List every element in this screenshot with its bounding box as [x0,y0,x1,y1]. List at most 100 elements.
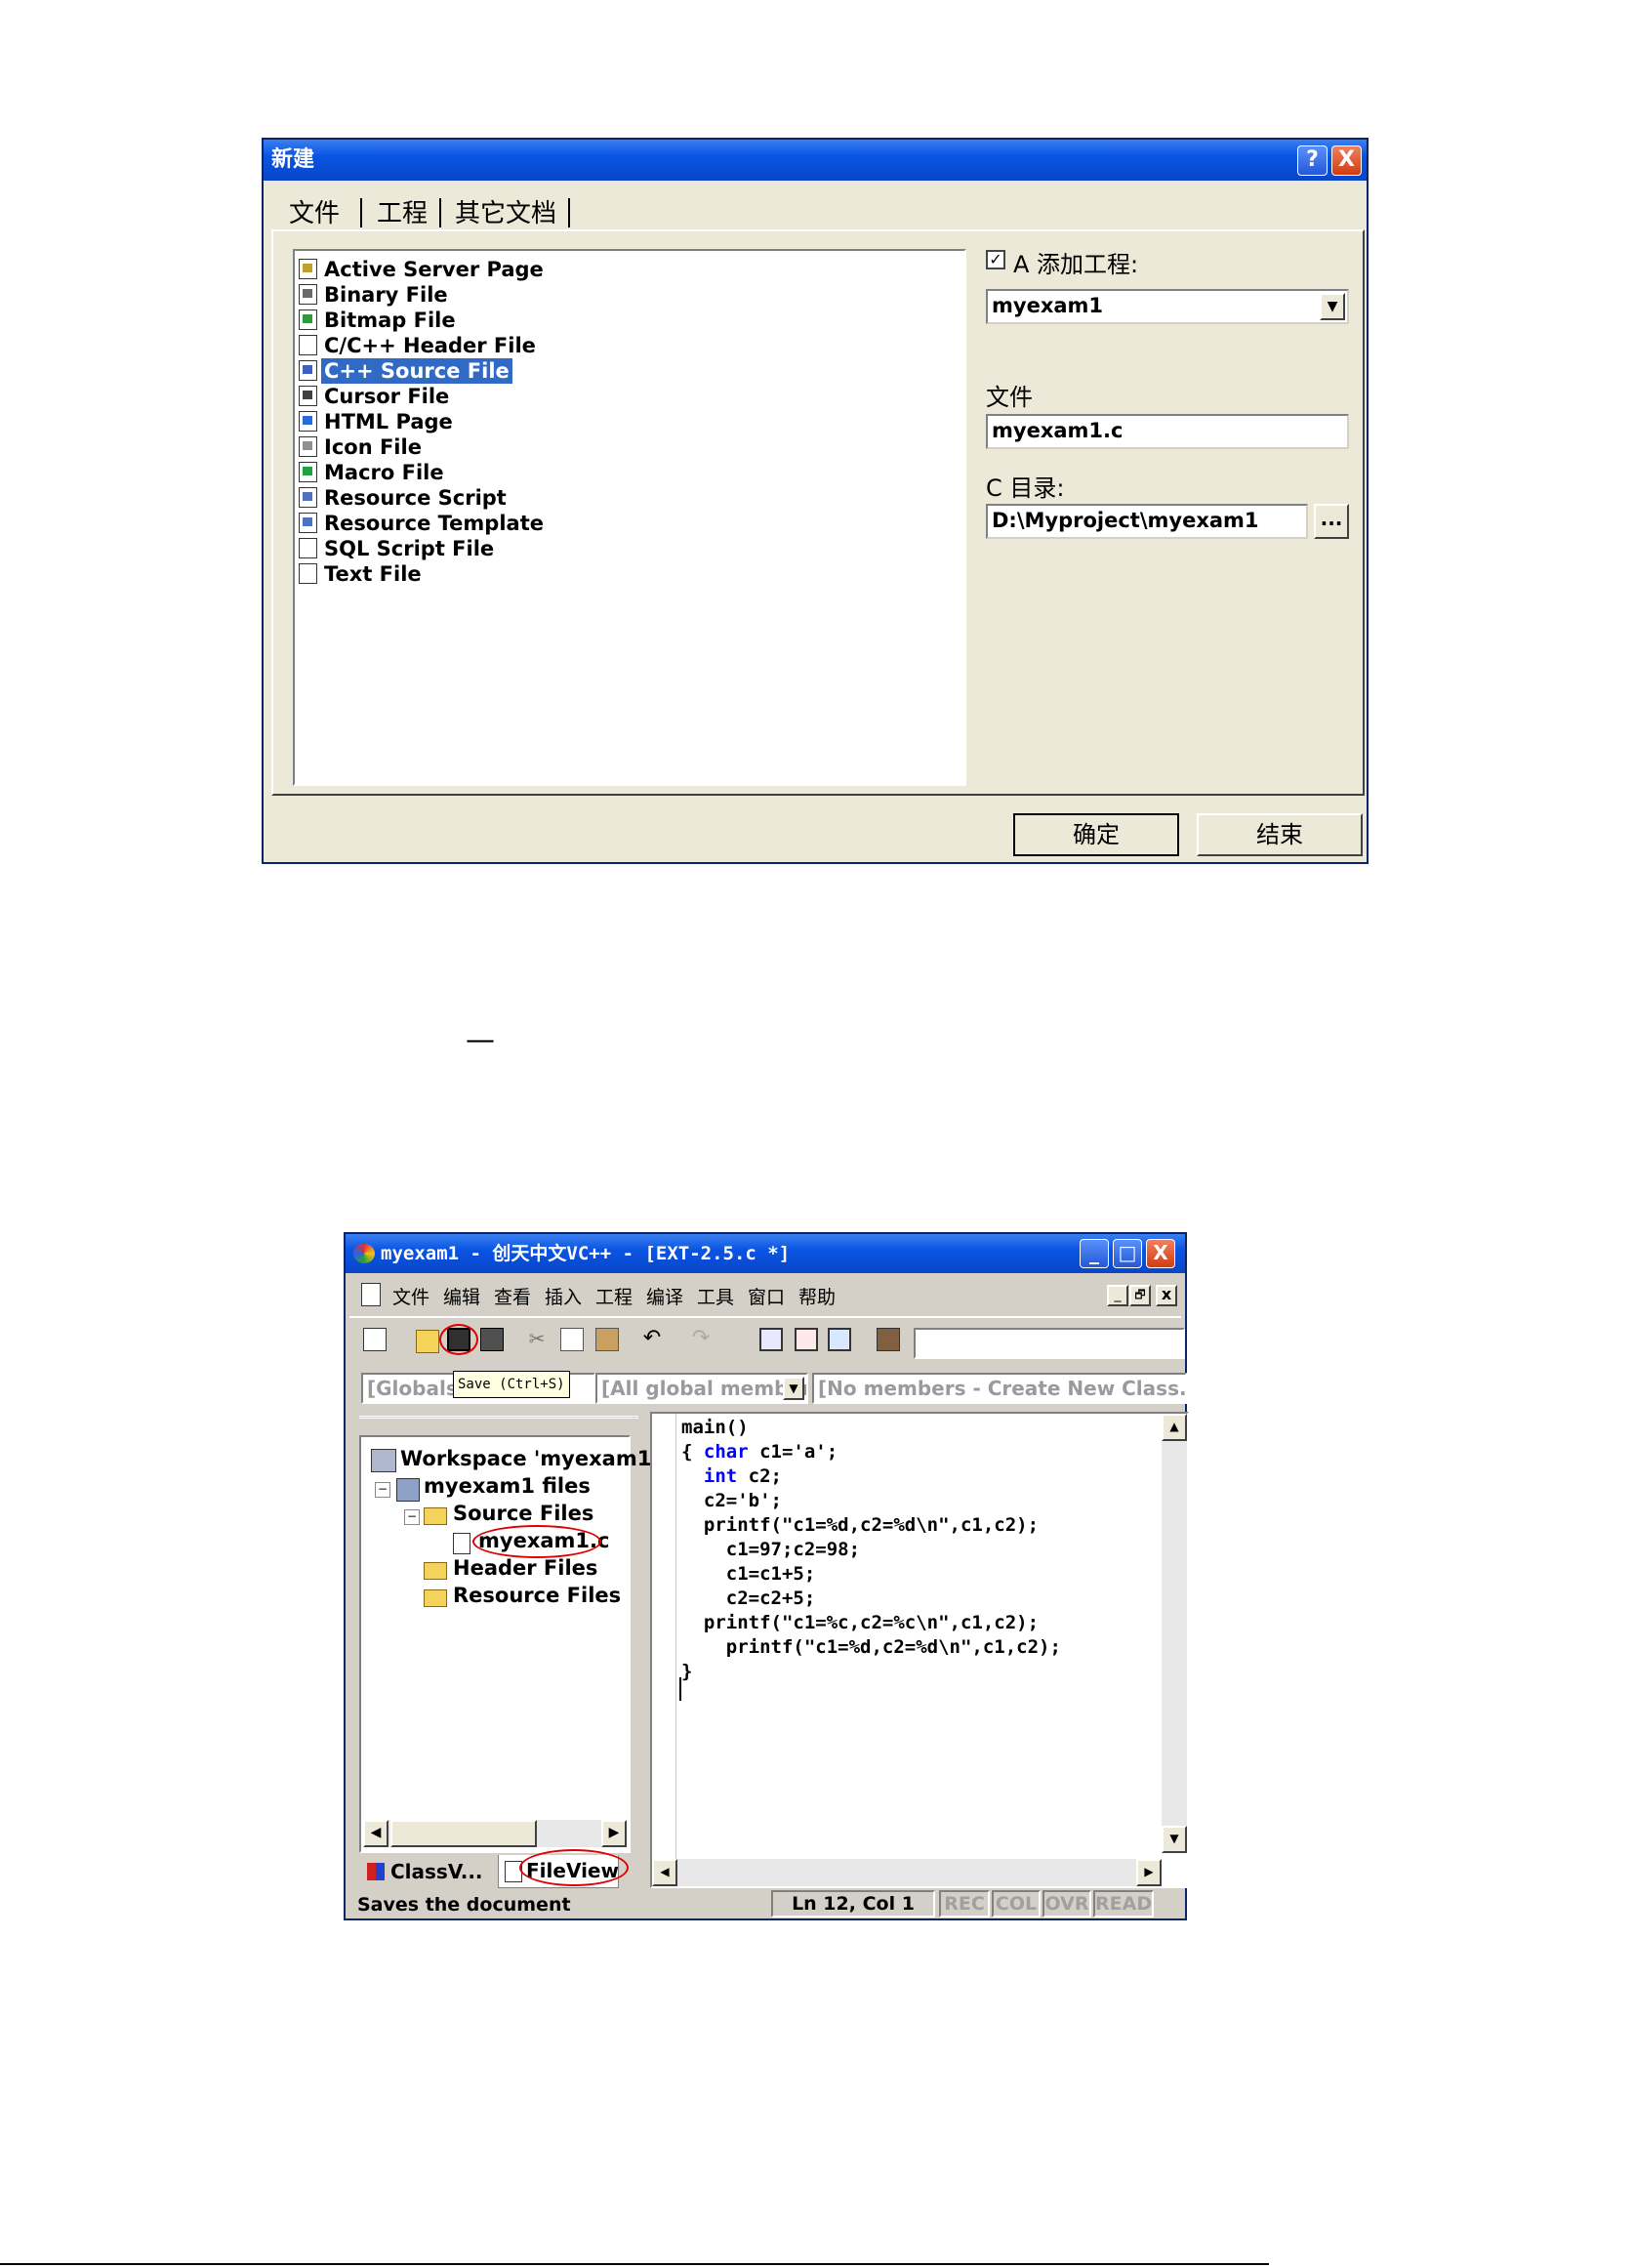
add-to-project-checkbox[interactable]: ✓ [986,250,1005,269]
menu-item[interactable]: 插入 [545,1283,582,1309]
project-select[interactable]: myexam1 ▼ [986,289,1349,324]
tab-classview[interactable]: ClassV... [359,1857,496,1888]
window-list-icon[interactable] [828,1328,851,1351]
copy-icon[interactable] [560,1328,584,1351]
ide-title-bar: myexam1 - 创天中文VC++ - [EXT-2.5.c *] [346,1234,1185,1273]
file-type-label: HTML Page [324,410,453,433]
menu-item[interactable]: 窗口 [748,1283,785,1309]
find-in-files-icon[interactable] [877,1328,900,1351]
maximize-button[interactable]: □ [1113,1239,1142,1268]
file-type-item[interactable]: Text File [295,561,962,587]
sql-script-icon [299,538,317,558]
ok-button[interactable]: 确定 [1013,813,1179,856]
macro-file-icon [299,462,317,482]
file-highlight-circle [472,1525,601,1558]
cut-icon[interactable]: ✂ [525,1328,549,1351]
html-page-icon [299,411,317,432]
mdi-close-button[interactable]: x [1156,1285,1177,1306]
menu-item[interactable]: 工程 [595,1283,633,1309]
file-type-item[interactable]: Active Server Page [295,257,962,282]
file-type-item[interactable]: Bitmap File [295,308,962,333]
redo-icon[interactable]: ↷ [689,1328,713,1351]
file-type-item[interactable]: Cursor File [295,384,962,409]
workspace-icon[interactable] [759,1328,783,1351]
editor-horizontal-scrollbar[interactable]: ◀ ▶ [652,1859,1162,1886]
panel-gripper [359,1416,638,1432]
text-file-icon [299,563,317,584]
menu-item[interactable]: 编译 [646,1283,683,1309]
file-type-label: Text File [324,562,422,586]
code-line: c1=c1+5; [681,1563,816,1585]
undo-icon[interactable]: ↶ [640,1328,664,1351]
output-icon[interactable] [795,1328,818,1351]
tree-workspace[interactable]: Workspace 'myexam1' [400,1447,658,1470]
scrollbar-thumb[interactable] [390,1820,537,1847]
code-line: c1=97;c2=98; [681,1539,861,1560]
scroll-left-icon[interactable]: ◀ [363,1820,388,1847]
dialog-close-button[interactable]: X [1331,145,1362,176]
members-combo[interactable]: [All global members [595,1373,808,1404]
file-type-list[interactable]: Active Server Page Binary File Bitmap File… [293,249,966,786]
scroll-up-icon[interactable]: ▲ [1162,1414,1187,1441]
chevron-down-icon[interactable]: ▼ [1320,293,1345,320]
menu-item[interactable]: 文件 [392,1283,429,1309]
editor-gutter [652,1414,676,1886]
save-all-icon[interactable] [480,1328,504,1351]
tab-projects[interactable]: 工程 [377,193,428,229]
file-type-item[interactable]: Resource Template [295,511,962,536]
tree-project[interactable]: myexam1 files [424,1474,591,1498]
menu-item[interactable]: 工具 [697,1283,734,1309]
scroll-left-icon[interactable]: ◀ [652,1859,677,1886]
file-name-label: 文件 [986,384,1033,411]
tree-source-files[interactable]: Source Files [453,1502,593,1525]
check-icon: ✓ [989,250,1002,268]
ide-title: myexam1 - 创天中文VC++ - [EXT-2.5.c *] [381,1243,791,1264]
collapse-icon[interactable]: − [375,1482,390,1498]
help-button[interactable]: ? [1297,145,1328,176]
status-read: READ [1093,1890,1154,1917]
dialog-title-bar: 新建 [264,140,1367,181]
minimize-button[interactable]: _ [1080,1239,1109,1268]
file-type-item[interactable]: Icon File [295,434,962,460]
tree-resource-files[interactable]: Resource Files [453,1584,621,1607]
new-file-dialog: 新建 ? X 文件 工程 其它文档 Active Server Page Bina… [262,138,1369,864]
file-type-item[interactable]: C/C++ Header File [295,333,962,358]
file-name-input[interactable]: myexam1.c [986,414,1349,449]
tab-other-documents[interactable]: 其它文档 [455,193,556,229]
code-line: } [681,1661,693,1682]
paste-icon[interactable] [595,1328,619,1351]
cancel-button[interactable]: 结束 [1197,813,1363,856]
workspace-horizontal-scrollbar[interactable]: ◀ ▶ [363,1820,627,1847]
code-line: int c2; [703,1465,782,1487]
file-type-item[interactable]: HTML Page [295,409,962,434]
mdi-restore-button[interactable]: 🗗 [1129,1285,1151,1306]
tab-divider [439,198,441,227]
file-type-item[interactable]: SQL Script File [295,536,962,561]
scroll-right-icon[interactable]: ▶ [601,1820,627,1847]
menu-item[interactable]: 查看 [494,1283,531,1309]
tab-files[interactable]: 文件 [289,193,340,229]
file-type-label: Icon File [324,435,422,459]
scroll-right-icon[interactable]: ▶ [1136,1859,1162,1886]
chevron-down-icon[interactable]: ▼ [783,1377,804,1400]
editor-vertical-scrollbar[interactable]: ▲ ▼ [1162,1414,1187,1853]
file-type-item[interactable]: Binary File [295,282,962,308]
file-type-item[interactable]: Resource Script [295,485,962,511]
code-editor[interactable]: main() { char c1='a'; int c2; c2='b'; pri… [650,1412,1189,1888]
mdi-minimize-button[interactable]: _ [1107,1285,1128,1306]
class-combo[interactable]: [No members - Create New Class...] [812,1373,1187,1404]
find-input[interactable] [914,1328,1185,1359]
code-line: printf("c1=%c,c2=%c\n",c1,c2); [681,1612,1040,1633]
menu-item[interactable]: 编辑 [443,1283,480,1309]
tree-header-files[interactable]: Header Files [453,1556,597,1580]
window-close-button[interactable]: X [1146,1239,1175,1268]
open-folder-icon[interactable] [416,1330,439,1353]
collapse-icon[interactable]: − [404,1509,420,1525]
directory-input[interactable]: D:\Myproject\myexam1 [986,504,1308,539]
file-type-item[interactable]: Macro File [295,460,962,485]
file-type-item[interactable]: C++ Source File [295,358,962,384]
browse-button[interactable]: ... [1314,504,1349,539]
new-file-icon[interactable] [363,1328,387,1351]
menu-item[interactable]: 帮助 [798,1283,836,1309]
scroll-down-icon[interactable]: ▼ [1162,1826,1187,1853]
